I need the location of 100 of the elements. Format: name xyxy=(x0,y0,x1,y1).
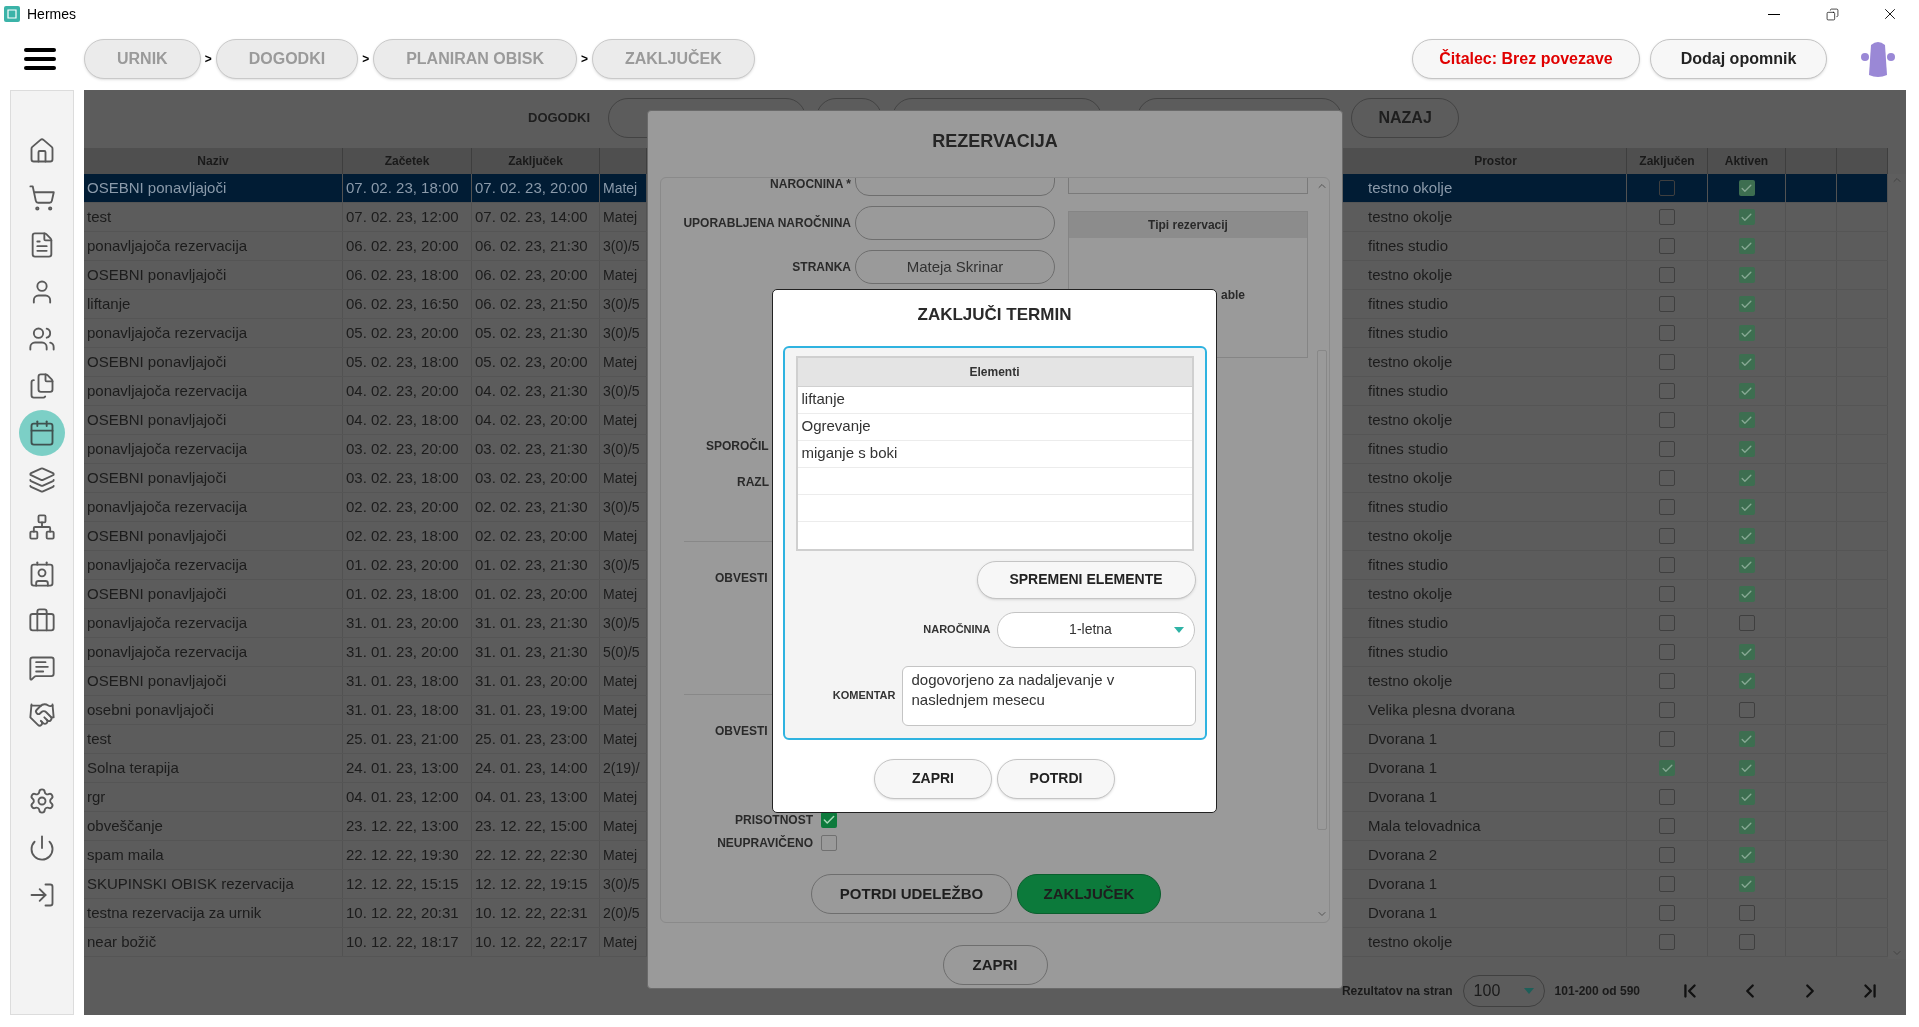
column-header: Elementi xyxy=(797,357,1192,387)
table-cell-text: testno okolje xyxy=(1368,351,1453,372)
table-cell-text: ponavljajoča rezervacija xyxy=(87,496,248,517)
table-cell-text: 07. 02. 23, 18:00 xyxy=(346,177,459,198)
field-label: OBVESTI xyxy=(715,570,768,587)
checkbox-label: PRISOTNOST xyxy=(734,811,813,829)
dialog-title: ZAKLJUČI TERMIN xyxy=(917,304,1072,326)
window-title: Hermes xyxy=(27,4,76,24)
table-cell-text: Dvorana 1 xyxy=(1368,902,1438,923)
table-cell-text: OSEBNI ponavljajoči xyxy=(87,670,227,691)
table-cell-text: 05. 02. 23, 18:00 xyxy=(346,351,459,372)
table-cell-text: 5(0)/5 xyxy=(603,642,640,662)
table-cell-text: 05. 02. 23, 21:30 xyxy=(475,322,588,343)
table-cell-text: rgr xyxy=(87,786,106,807)
table-cell-text: test xyxy=(87,206,112,227)
table-cell-text: 24. 01. 23, 13:00 xyxy=(346,757,459,778)
table-cell-text: 06. 02. 23, 20:00 xyxy=(346,235,459,256)
table-cell-text: osebni ponavljajoči xyxy=(87,699,214,720)
table-cell-text: 3(0)/5 xyxy=(603,497,640,517)
table-cell-text: 3(0)/5 xyxy=(603,381,640,401)
table-cell-text: testno okolje xyxy=(1368,467,1453,488)
table-cell-text: 22. 12. 22, 19:30 xyxy=(346,844,459,865)
table-cell-text: 01. 02. 23, 18:00 xyxy=(346,583,459,604)
table-cell-text: 2(19)/ xyxy=(603,758,640,778)
table-cell-text: Matej xyxy=(603,787,638,807)
table-cell-text: Dvorana 1 xyxy=(1368,873,1438,894)
page-range: 101-200 od 590 xyxy=(1554,983,1640,1000)
field-label: NAROČNINA xyxy=(923,622,991,638)
breadcrumb-separator: > xyxy=(204,51,212,68)
table-cell-text: OSEBNI ponavljajoči xyxy=(87,409,227,430)
table-cell-text: ponavljajoča rezervacija xyxy=(87,235,248,256)
table-cell-text: 31. 01. 23, 20:00 xyxy=(475,670,588,691)
table-cell-text: 10. 12. 22, 18:17 xyxy=(346,931,459,952)
table-cell-text: 04. 01. 23, 12:00 xyxy=(346,786,459,807)
table-cell-text: 3(0)/5 xyxy=(603,555,640,575)
table-cell-text: 05. 02. 23, 20:00 xyxy=(475,351,588,372)
table-cell-text: 02. 02. 23, 20:00 xyxy=(475,525,588,546)
table-cell-text: ponavljajoča rezervacija xyxy=(87,380,248,401)
table-cell-text: fitnes studio xyxy=(1368,322,1449,343)
column-header: Tipi rezervacij xyxy=(1069,212,1307,238)
table-cell-text: testno okolje xyxy=(1368,177,1453,198)
table-cell-text: 01. 02. 23, 20:00 xyxy=(475,583,588,604)
field-label: RAZL xyxy=(737,474,769,491)
table-cell-text: 06. 02. 23, 21:30 xyxy=(475,235,588,256)
table-cell-text: OSEBNI ponavljajoči xyxy=(87,177,227,198)
table-cell-text: Matej xyxy=(603,584,638,604)
table-cell-text: Matej xyxy=(603,207,638,227)
table-cell-text: 3(0)/5 xyxy=(603,439,640,459)
table-cell-text: 3(0)/5 xyxy=(603,323,640,343)
page-size-label: Rezultatov na stran xyxy=(1341,983,1453,1000)
table-cell-text: 01. 02. 23, 21:30 xyxy=(475,554,588,575)
table-cell: able xyxy=(1221,288,1245,302)
table-cell-text: ponavljajoča rezervacija xyxy=(87,322,248,343)
table-cell-text: testno okolje xyxy=(1368,931,1453,952)
table-cell-text: Matej xyxy=(603,816,638,836)
table-cell-text: testno okolje xyxy=(1368,583,1453,604)
table-cell-text: 06. 02. 23, 18:00 xyxy=(346,264,459,285)
table-cell-text: fitnes studio xyxy=(1368,380,1449,401)
dialog-title: REZERVACIJA xyxy=(932,130,1058,153)
field-label: SPOROČIL xyxy=(706,437,769,455)
table-cell-text: test xyxy=(87,728,112,749)
table-cell-text: ponavljajoča rezervacija xyxy=(87,641,248,662)
table-cell-text: 22. 12. 22, 22:30 xyxy=(475,844,588,865)
table-cell-text: 25. 01. 23, 23:00 xyxy=(475,728,588,749)
field-label: STRANKA xyxy=(791,259,851,276)
table-cell-text: 12. 12. 22, 15:15 xyxy=(346,873,459,894)
table-cell-text: OSEBNI ponavljajoči xyxy=(87,467,227,488)
table-cell-text: 03. 02. 23, 20:00 xyxy=(475,467,588,488)
table-cell-text: 01. 02. 23, 20:00 xyxy=(346,554,459,575)
table-cell-text: Matej xyxy=(603,468,638,488)
table-cell-text: 03. 02. 23, 21:30 xyxy=(475,438,588,459)
table-cell-text: fitnes studio xyxy=(1368,612,1449,633)
table-cell-text: 06. 02. 23, 20:00 xyxy=(475,264,588,285)
table-cell-text: testno okolje xyxy=(1368,264,1453,285)
table-cell-text: 07. 02. 23, 14:00 xyxy=(475,206,588,227)
table-cell-text: Solna terapija xyxy=(87,757,179,778)
table-cell-text: 31. 01. 23, 20:00 xyxy=(346,612,459,633)
field-label: OBVESTI xyxy=(715,723,768,740)
table-cell-text: 05. 02. 23, 20:00 xyxy=(346,322,459,343)
table-cell-text: 06. 02. 23, 16:50 xyxy=(346,293,459,314)
table-cell-text: 04. 01. 23, 13:00 xyxy=(475,786,588,807)
table-cell-text: Velika plesna dvorana xyxy=(1368,699,1515,720)
table-cell-text: Dvorana 1 xyxy=(1368,757,1438,778)
table-cell-text: Dvorana 1 xyxy=(1368,728,1438,749)
table-cell-text: Matej xyxy=(603,265,638,285)
table-cell-text: fitnes studio xyxy=(1368,438,1449,459)
table-cell-text: 23. 12. 22, 15:00 xyxy=(475,815,588,836)
table-cell-text: 04. 02. 23, 20:00 xyxy=(346,380,459,401)
table-cell-text: spam maila xyxy=(87,844,164,865)
table-cell-text: Matej xyxy=(603,729,638,749)
breadcrumb-separator: > xyxy=(362,51,370,68)
table-cell-text: Matej xyxy=(603,700,638,720)
table-cell-text: Matej xyxy=(603,845,638,865)
table-cell-text: 06. 02. 23, 21:50 xyxy=(475,293,588,314)
table-cell-text: obveščanje xyxy=(87,815,163,836)
table-cell-text: 10. 12. 22, 20:31 xyxy=(346,902,459,923)
table-cell-text: SKUPINSKI OBISK rezervacija xyxy=(87,873,294,894)
table-cell-text: fitnes studio xyxy=(1368,496,1449,517)
table-cell-text: ponavljajoča rezervacija xyxy=(87,438,248,459)
table-cell-text: OSEBNI ponavljajoči xyxy=(87,583,227,604)
